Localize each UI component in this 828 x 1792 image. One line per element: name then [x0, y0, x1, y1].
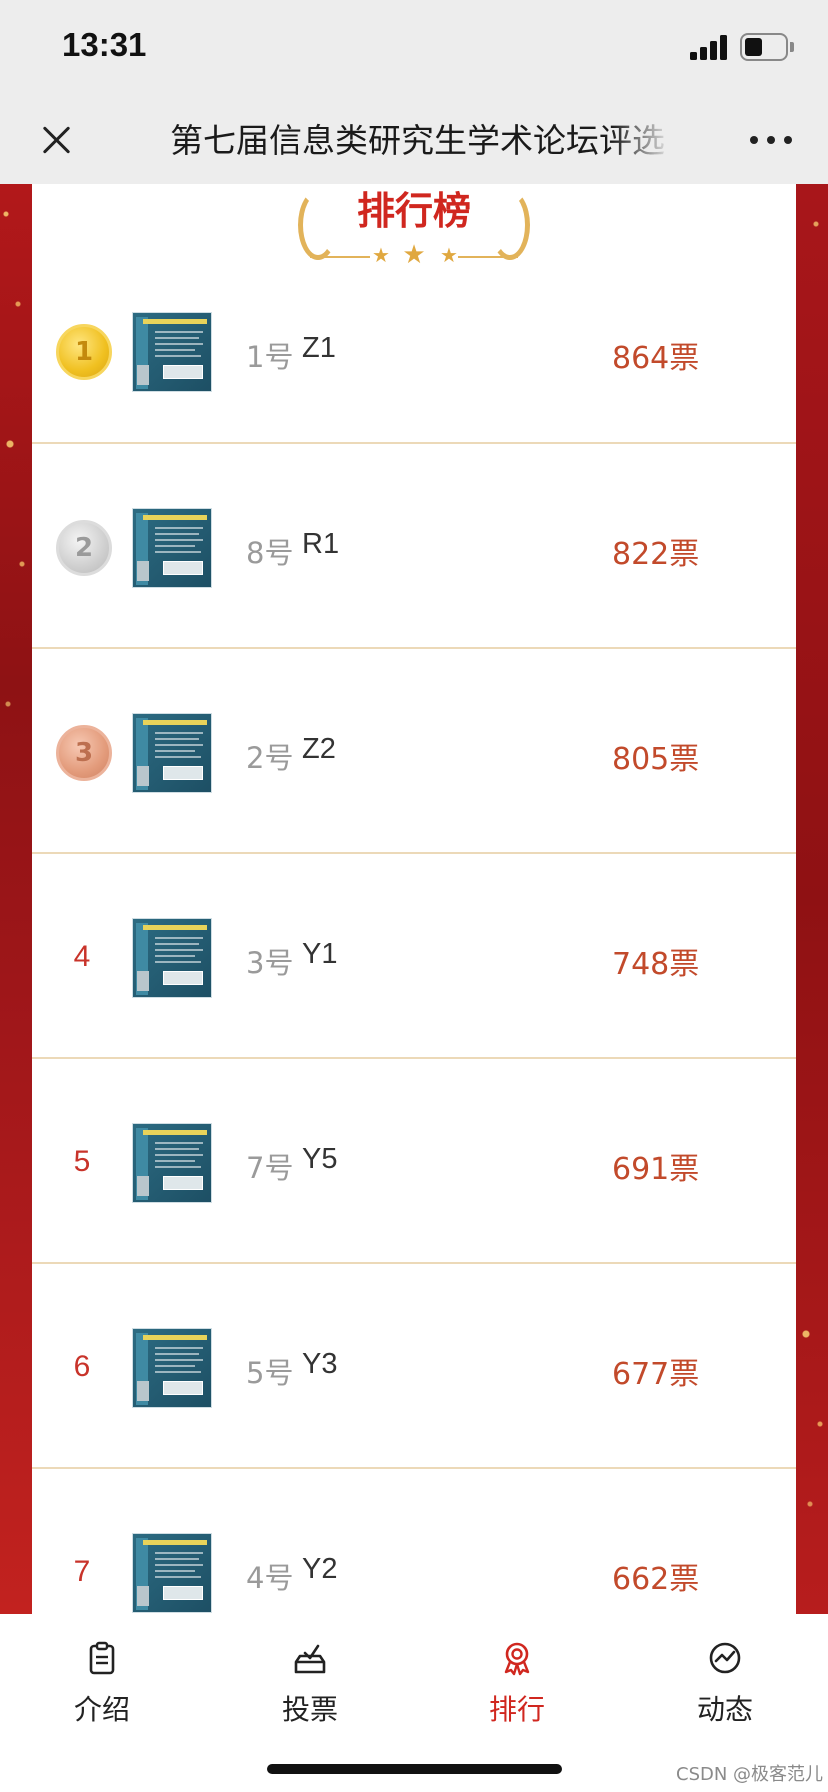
tab-intro[interactable]: 介绍 [32, 1636, 172, 1736]
vote-count: 805票 [612, 742, 700, 777]
poster-thumbnail[interactable] [132, 1123, 212, 1203]
home-indicator [267, 1764, 562, 1774]
ranking-row[interactable]: 5 7号 Y5 691票 [32, 1059, 796, 1264]
decorative-background-left [0, 184, 32, 1614]
ballot-icon [294, 1644, 326, 1674]
gold-medal-icon: 1 [56, 324, 112, 380]
more-options-icon[interactable] [748, 130, 794, 150]
entry-name: Y5 [302, 1143, 338, 1175]
entry-name: Y3 [302, 1348, 338, 1380]
entry-number: 1号 [246, 340, 294, 374]
tab-vote[interactable]: 投票 [240, 1636, 380, 1736]
vote-count: 677票 [612, 1357, 700, 1392]
entry-number: 2号 [246, 741, 294, 775]
clipboard-icon [89, 1641, 115, 1675]
title-bar: 第七届信息类研究生学术论坛评选 [0, 96, 828, 184]
rank-number: 5 [73, 1145, 91, 1178]
tab-ranking[interactable]: 排行 [447, 1636, 587, 1736]
rank-number: 7 [73, 1555, 91, 1588]
decorative-background-right [796, 184, 828, 1614]
leaderboard-header: 排行榜 ★ ★ ★ [290, 186, 538, 276]
entry-number: 5号 [246, 1356, 294, 1390]
silver-medal-icon: 2 [56, 520, 112, 576]
status-bar: 13:31 [0, 0, 828, 96]
battery-icon [740, 33, 794, 61]
vote-count: 864票 [612, 341, 700, 376]
tab-label: 排行 [488, 1693, 545, 1726]
entry-number: 7号 [246, 1151, 294, 1185]
poster-thumbnail[interactable] [132, 508, 212, 588]
leaderboard-title: 排行榜 [356, 189, 471, 233]
poster-thumbnail[interactable] [132, 713, 212, 793]
ranking-row[interactable]: 6 5号 Y3 677票 [32, 1264, 796, 1469]
page-title: 第七届信息类研究生学术论坛评选 [170, 121, 665, 160]
vote-count: 691票 [612, 1152, 700, 1187]
entry-name: Z2 [302, 733, 336, 765]
watermark: CSDN @极客范儿 [676, 1764, 824, 1785]
entry-name: Z1 [302, 332, 336, 364]
ranking-list: 1 1号 Z1 864票 2 8号 R1 822票 3 2号 Z2 805票 4… [32, 276, 796, 1614]
entry-name: R1 [302, 528, 340, 560]
entry-name: Y2 [302, 1553, 338, 1585]
poster-thumbnail[interactable] [132, 918, 212, 998]
bronze-medal-icon: 3 [56, 725, 112, 781]
star-icon: ★ [372, 243, 390, 267]
vote-count: 748票 [612, 947, 700, 982]
poster-thumbnail[interactable] [132, 1533, 212, 1613]
poster-thumbnail[interactable] [132, 1328, 212, 1408]
close-icon[interactable] [36, 120, 76, 160]
entry-number: 4号 [246, 1561, 294, 1595]
entry-number: 8号 [246, 536, 294, 570]
vote-count: 662票 [612, 1562, 700, 1597]
ranking-row[interactable]: 4 3号 Y1 748票 [32, 854, 796, 1059]
star-icon: ★ [402, 240, 426, 270]
tab-label: 投票 [281, 1693, 338, 1726]
tab-label: 动态 [696, 1693, 753, 1726]
ranking-row[interactable]: 1 1号 Z1 864票 [32, 276, 796, 444]
tab-activity[interactable]: 动态 [655, 1636, 795, 1736]
award-icon [504, 1642, 530, 1676]
rank-number: 4 [73, 940, 91, 973]
entry-number: 3号 [246, 946, 294, 980]
ranking-row[interactable]: 3 2号 Z2 805票 [32, 649, 796, 854]
entry-name: Y1 [302, 938, 338, 970]
poster-thumbnail[interactable] [132, 312, 212, 392]
ranking-row[interactable]: 7 4号 Y2 662票 [32, 1469, 796, 1614]
signal-icon [690, 34, 730, 60]
trend-icon [709, 1642, 741, 1674]
ranking-row[interactable]: 2 8号 R1 822票 [32, 444, 796, 649]
stars-decoration: ★ ★ ★ [290, 242, 538, 272]
status-time: 13:31 [62, 26, 147, 63]
tab-label: 介绍 [73, 1693, 130, 1726]
vote-count: 822票 [612, 537, 700, 572]
rank-number: 6 [73, 1350, 91, 1383]
star-icon: ★ [440, 243, 458, 267]
